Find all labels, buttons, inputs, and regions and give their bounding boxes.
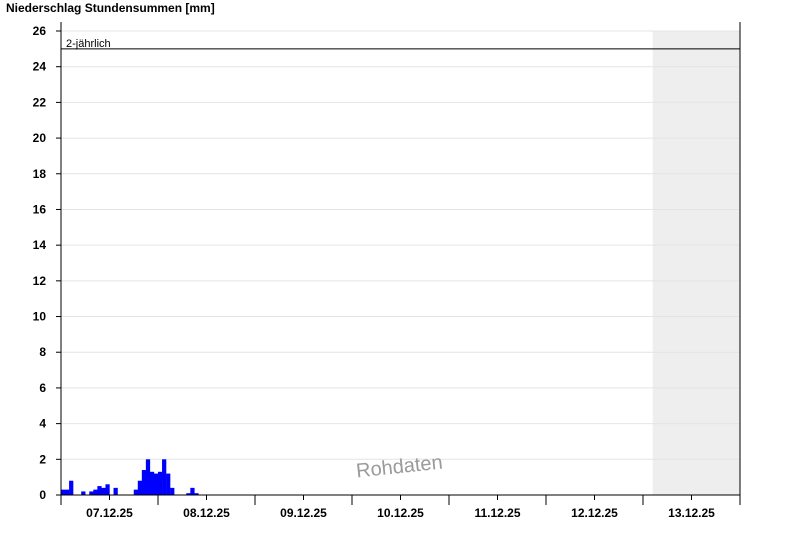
precip-bar <box>158 471 163 495</box>
precip-bar <box>81 491 86 495</box>
precip-bar <box>133 489 138 495</box>
precip-bar <box>65 489 70 495</box>
precipitation-chart: 2-jährlich 0246810121416182022242607.12.… <box>33 22 741 520</box>
ytick-label: 14 <box>33 238 47 252</box>
xtick-label: 09.12.25 <box>280 506 327 520</box>
precip-bar <box>97 486 102 495</box>
precip-bar <box>153 473 159 495</box>
precip-bar <box>162 459 167 495</box>
precip-bar <box>141 470 147 495</box>
watermark-text: Rohdaten <box>355 452 444 483</box>
precip-bar <box>190 487 195 495</box>
ytick-label: 16 <box>33 202 47 216</box>
xtick-label: 11.12.25 <box>474 506 520 520</box>
ytick-label: 8 <box>39 345 46 359</box>
precip-bar <box>105 484 110 495</box>
ytick-label: 4 <box>39 417 46 431</box>
ytick-label: 20 <box>33 131 47 145</box>
forecast-region <box>652 31 740 495</box>
xtick-label: 10.12.25 <box>377 506 424 520</box>
precip-bar <box>166 473 171 495</box>
precip-bar <box>101 487 106 495</box>
ytick-label: 26 <box>33 24 47 38</box>
precip-bar <box>113 487 118 495</box>
precip-bar <box>137 480 143 495</box>
ytick-label: 10 <box>33 310 47 324</box>
precip-bar <box>61 489 66 495</box>
precip-bar <box>89 491 94 495</box>
ytick-label: 6 <box>39 381 46 395</box>
precip-bar <box>93 489 98 495</box>
xtick-label: 13.12.25 <box>668 506 715 520</box>
reference-line-label: 2-jährlich <box>66 38 111 50</box>
ytick-label: 12 <box>33 274 47 288</box>
precip-bar <box>145 459 151 495</box>
ytick-label: 0 <box>39 488 46 502</box>
precip-bar <box>170 487 175 495</box>
ytick-label: 2 <box>39 452 46 466</box>
xtick-label: 12.12.25 <box>571 506 618 520</box>
precip-bar <box>69 480 74 495</box>
xtick-label: 07.12.25 <box>86 506 133 520</box>
precip-bar <box>149 471 155 495</box>
ytick-label: 24 <box>33 60 47 74</box>
ytick-label: 18 <box>33 167 47 181</box>
ytick-label: 22 <box>33 95 47 109</box>
xtick-label: 08.12.25 <box>183 506 230 520</box>
